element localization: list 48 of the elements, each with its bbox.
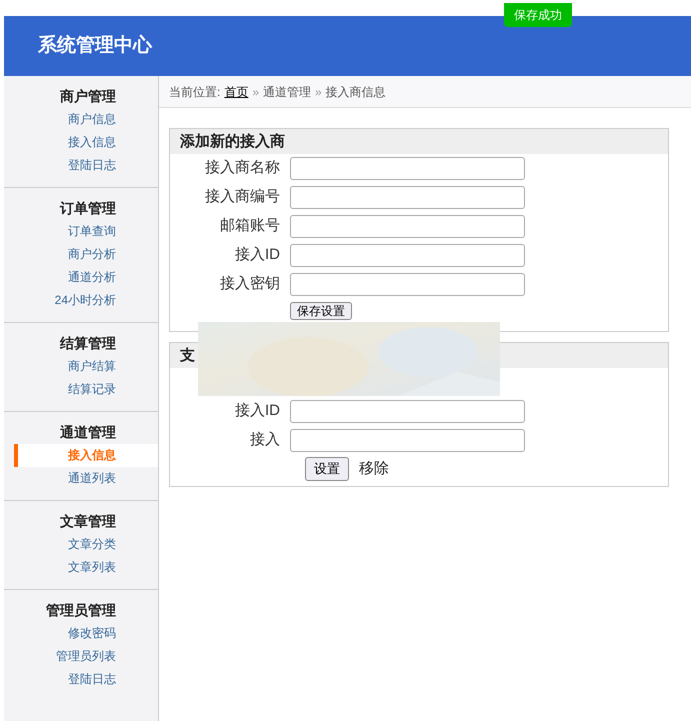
sidebar-item[interactable]: 接入信息 xyxy=(14,444,158,467)
input-field[interactable] xyxy=(290,215,525,238)
sidebar-item[interactable]: 文章列表 xyxy=(4,556,158,579)
save-button[interactable]: 保存设置 xyxy=(290,302,352,320)
field-label: 接入密钥 xyxy=(219,274,280,294)
field-label: 邮箱账号 xyxy=(219,216,280,236)
sidebar-item[interactable]: 通道分析 xyxy=(4,266,158,289)
sidebar-item[interactable]: 商户信息 xyxy=(4,108,158,131)
input-field[interactable] xyxy=(290,429,525,452)
sidebar-item[interactable]: 登陆日志 xyxy=(4,668,158,691)
sidebar-item[interactable]: 结算记录 xyxy=(4,378,158,401)
panel-title: 添加新的接入商 xyxy=(170,129,668,154)
sidebar-item[interactable]: 管理员列表 xyxy=(4,645,158,668)
sidebar-item[interactable]: 登陆日志 xyxy=(4,154,158,177)
input-field[interactable] xyxy=(290,244,525,267)
sidebar-group-title: 管理员管理 xyxy=(45,601,117,620)
sidebar-group-title: 结算管理 xyxy=(58,334,117,353)
breadcrumb-label: 当前位置: xyxy=(169,84,220,100)
sidebar-item[interactable]: 订单查询 xyxy=(4,220,158,243)
sidebar-group-title: 通道管理 xyxy=(59,423,117,442)
field-label: 接入商编号 xyxy=(204,187,280,208)
input-field[interactable] xyxy=(290,273,525,296)
sidebar-item[interactable]: 商户结算 xyxy=(4,355,158,378)
sidebar-item[interactable]: 商户分析 xyxy=(4,243,158,266)
sidebar-item[interactable]: 通道列表 xyxy=(4,467,158,490)
sidebar-group-title: 文章管理 xyxy=(59,512,117,531)
remove-text[interactable]: 移除 xyxy=(359,458,389,480)
sidebar-item[interactable]: 修改密码 xyxy=(4,622,158,645)
breadcrumb-separator: » xyxy=(315,84,322,100)
sidebar-item[interactable]: 接入信息 xyxy=(4,131,158,154)
input-field[interactable] xyxy=(290,186,525,209)
toast: 保存成功 xyxy=(504,3,572,27)
input-field[interactable] xyxy=(290,400,525,423)
breadcrumb-current: 接入商信息 xyxy=(326,84,386,100)
sidebar-item[interactable]: 24小时分析 xyxy=(4,289,158,312)
sidebar-group-title: 订单管理 xyxy=(58,199,117,218)
field-label: 接入 xyxy=(249,430,280,450)
app-title: 系统管理中心 xyxy=(38,34,152,58)
breadcrumb-link[interactable]: 首页 xyxy=(224,82,248,100)
sidebar-group-title: 商户管理 xyxy=(59,87,117,106)
field-label: 接入商名称 xyxy=(204,158,280,178)
field-label: 接入ID xyxy=(234,245,280,266)
input-field[interactable] xyxy=(290,157,525,180)
sidebar-item[interactable]: 文章分类 xyxy=(4,533,158,556)
field-label: 接入ID xyxy=(234,401,280,422)
breadcrumb-separator: » xyxy=(252,84,260,100)
save-button[interactable]: 设置 xyxy=(305,457,349,481)
breadcrumb-section: 通道管理 xyxy=(263,82,312,100)
